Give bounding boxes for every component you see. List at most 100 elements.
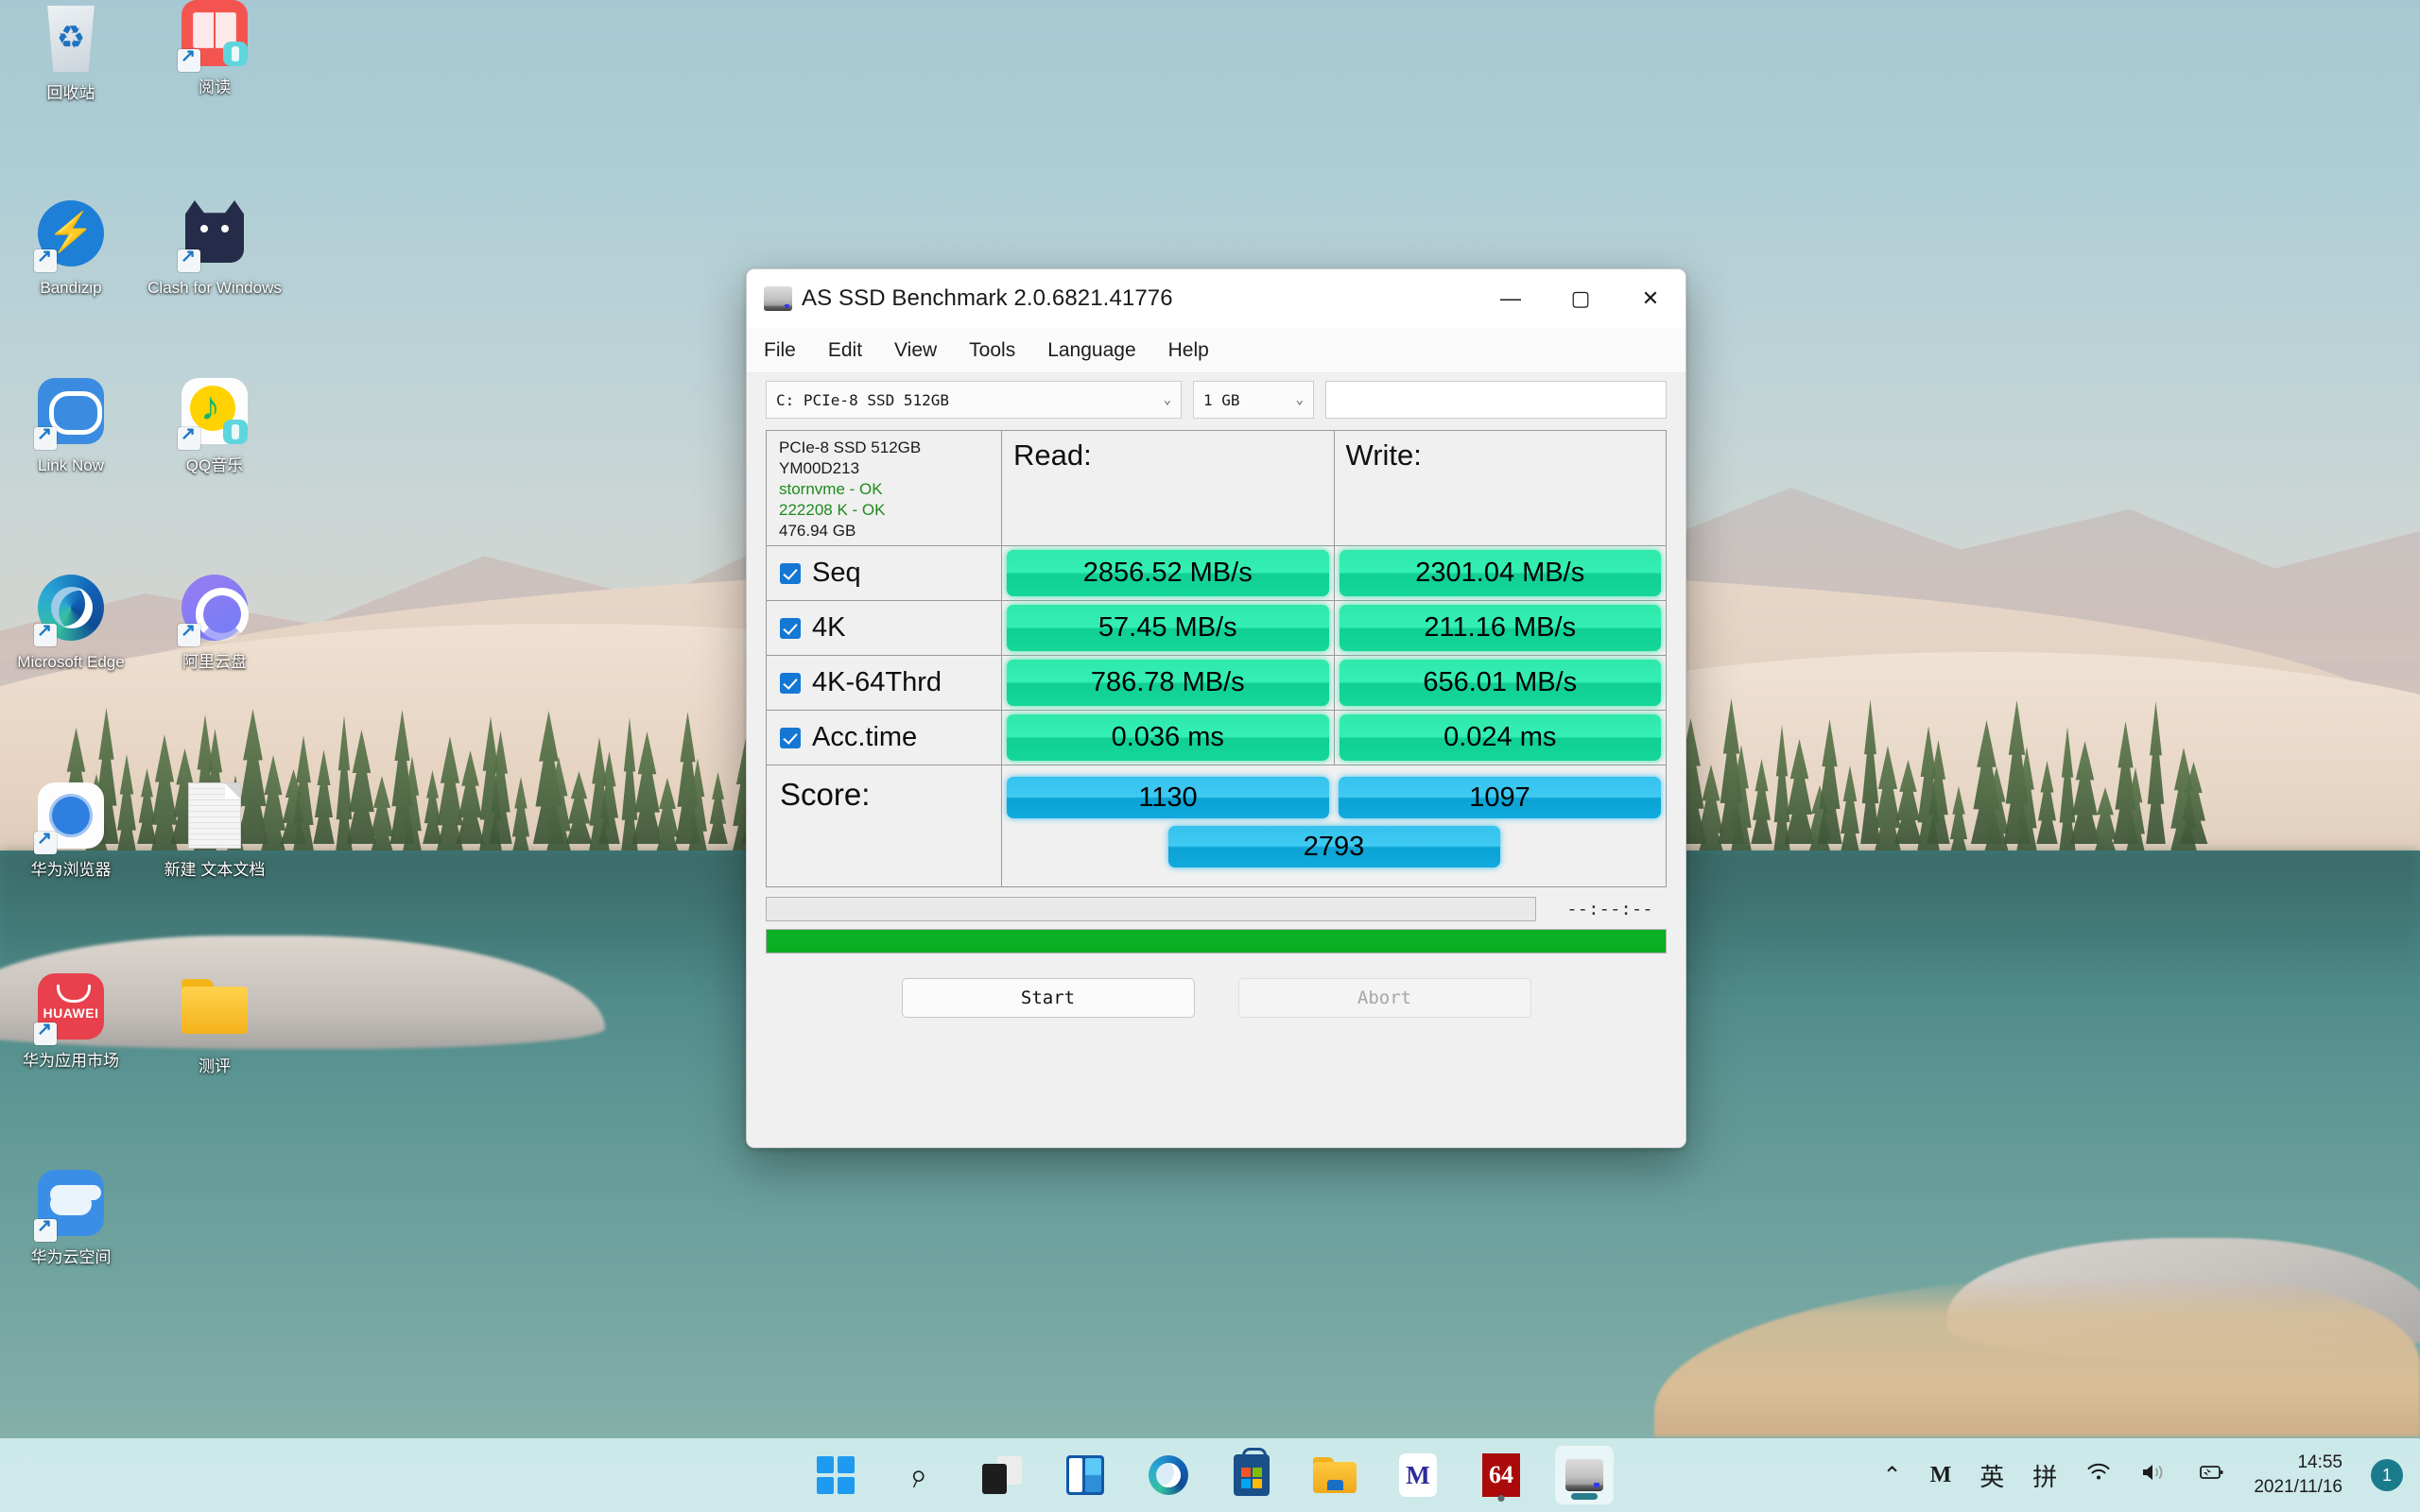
drive-select[interactable]: C: PCIe-8 SSD 512GB ⌄ (766, 381, 1182, 419)
asssd-button[interactable] (1555, 1446, 1614, 1504)
huawei-browser-icon (34, 782, 106, 854)
desktop-icon-qq-music[interactable]: QQ音乐 (144, 378, 285, 475)
task-view-button[interactable] (973, 1446, 1031, 1504)
edge-button[interactable] (1139, 1446, 1198, 1504)
grid-header-row: PCIe-8 SSD 512GB YM00D213 stornvme - OK … (767, 431, 1666, 546)
table-row: Acc.time 0.036 ms 0.024 ms (767, 711, 1666, 765)
menu-item-tools[interactable]: Tools (969, 339, 1015, 362)
microsoft-edge-icon (34, 575, 106, 646)
desktop-icon-reader[interactable]: 阅读 (144, 0, 285, 97)
desktop-icon-microsoft-edge[interactable]: Microsoft Edge (0, 575, 142, 672)
seq-checkbox[interactable] (780, 562, 801, 584)
score-cells: 1130 1097 2793 (1002, 765, 1666, 886)
desktop-icon-label: 阅读 (199, 78, 231, 96)
acctime-read-value: 0.036 ms (1007, 714, 1329, 761)
ime-mode-indicator[interactable]: 拼 (2032, 1458, 2057, 1493)
desktop-icon-huawei-appgallery[interactable]: HUAWEI 华为应用市场 (0, 973, 142, 1071)
im-app-icon: M (1399, 1453, 1437, 1497)
clock-date: 2021/11/16 (2254, 1477, 2342, 1497)
menu-item-language[interactable]: Language (1047, 339, 1135, 362)
status-text-field[interactable] (1325, 381, 1667, 419)
progress-row: --:--:-- (766, 897, 1667, 921)
link-now-icon (34, 378, 106, 450)
shortcut-arrow-icon (34, 246, 57, 272)
cpuz64-button[interactable]: 64 (1472, 1446, 1530, 1504)
acctime-write-cell: 0.024 ms (1335, 711, 1667, 765)
desktop-icon-label: 测评 (199, 1057, 231, 1075)
ime-language-indicator[interactable]: 英 (1979, 1458, 2004, 1493)
menu-item-file[interactable]: File (764, 339, 796, 362)
minimize-button[interactable]: — (1476, 269, 1546, 328)
desktop-icon-bandizip[interactable]: Bandizip (0, 200, 142, 298)
seq-write-value: 2301.04 MB/s (1339, 550, 1661, 596)
clash-for-windows-icon (178, 200, 250, 272)
task-view-icon (982, 1456, 1022, 1494)
desktop-icon-huawei-browser[interactable]: 华为浏览器 (0, 782, 142, 880)
row-label: 4K (812, 612, 846, 643)
4k64thrd-checkbox[interactable] (780, 672, 801, 694)
file-explorer-icon (1313, 1457, 1357, 1493)
drive-alignment-status: 222208 K - OK (779, 501, 886, 519)
desktop-icon-label: 阿里云盘 (182, 653, 247, 671)
desktop-icon-link-now[interactable]: Link Now (0, 378, 142, 475)
desktop-icon-label: 回收站 (46, 84, 95, 102)
close-button[interactable]: ✕ (1616, 269, 1685, 328)
score-total-cell: 2793 (1002, 822, 1666, 871)
taskbar[interactable]: ⌕ M 64 ⌃ M 英 拼 14:55 2021/11/16 1 (0, 1438, 2420, 1512)
as-ssd-benchmark-window[interactable]: AS SSD Benchmark 2.0.6821.41776 — ▢ ✕ Fi… (746, 268, 1686, 1148)
chevron-down-icon: ⌄ (1163, 392, 1171, 407)
text-document-icon (180, 782, 250, 852)
4k64thrd-write-cell: 656.01 MB/s (1335, 656, 1667, 710)
im-button[interactable]: M (1389, 1446, 1447, 1504)
desktop-icon-text-document[interactable]: 新建 文本文档 (144, 782, 285, 880)
speaker-icon[interactable] (2140, 1462, 2167, 1489)
desktop-icon-clash-for-windows[interactable]: Clash for Windows (144, 200, 285, 298)
desktop-icon-folder-ceping[interactable]: 测评 (144, 973, 285, 1076)
menu-item-help[interactable]: Help (1168, 339, 1209, 362)
widgets-icon (1066, 1455, 1104, 1495)
search-button[interactable]: ⌕ (890, 1446, 948, 1504)
window-title: AS SSD Benchmark 2.0.6821.41776 (802, 285, 1173, 311)
start-button[interactable]: Start (901, 978, 1195, 1018)
clock[interactable]: 14:55 2021/11/16 (2254, 1451, 2342, 1500)
desktop-icon-aliyun-drive[interactable]: 阿里云盘 (144, 575, 285, 672)
tray-im-icon[interactable]: M (1930, 1463, 1952, 1488)
desktop-icon-huawei-cloud[interactable]: 华为云空间 (0, 1170, 142, 1267)
shortcut-arrow-icon (178, 620, 200, 646)
aliyun-drive-icon (178, 575, 250, 646)
4k64thrd-write-value: 656.01 MB/s (1339, 660, 1661, 706)
acctime-checkbox[interactable] (780, 727, 801, 748)
notification-badge[interactable]: 1 (2371, 1459, 2403, 1491)
seq-read-cell: 2856.52 MB/s (1002, 546, 1335, 600)
score-write-value: 1097 (1339, 777, 1661, 818)
wifi-icon[interactable] (2085, 1462, 2112, 1489)
qq-music-icon (178, 378, 250, 450)
table-row: Seq 2856.52 MB/s 2301.04 MB/s (767, 546, 1666, 601)
widgets-button[interactable] (1056, 1446, 1115, 1504)
battery-charging-icon[interactable] (2195, 1462, 2225, 1489)
seq-read-value: 2856.52 MB/s (1007, 550, 1329, 596)
start-button[interactable] (806, 1446, 865, 1504)
drive-firmware: YM00D213 (779, 459, 860, 477)
4k-checkbox[interactable] (780, 617, 801, 639)
menu-item-edit[interactable]: Edit (828, 339, 862, 362)
desktop[interactable]: 回收站 阅读 Bandizip Clash for Windows (0, 0, 2420, 1512)
shortcut-arrow-icon (178, 45, 200, 72)
file-explorer-button[interactable] (1305, 1446, 1364, 1504)
test-size-select[interactable]: 1 GB ⌄ (1193, 381, 1314, 419)
menu-bar: File Edit View Tools Language Help (747, 328, 1685, 373)
acctime-read-cell: 0.036 ms (1002, 711, 1335, 765)
search-icon: ⌕ (904, 1454, 934, 1495)
menu-item-view[interactable]: View (894, 339, 937, 362)
store-button[interactable] (1222, 1446, 1281, 1504)
score-read-cell: 1130 (1002, 773, 1334, 822)
desktop-icon-recycle-bin[interactable]: 回收站 (0, 6, 142, 103)
abort-button[interactable]: Abort (1237, 978, 1531, 1018)
score-total-value: 2793 (1167, 826, 1500, 868)
score-row: Score: 1130 1097 2793 (767, 765, 1666, 886)
running-indicator-dot (1497, 1495, 1505, 1502)
huawei-cloud-icon (34, 1170, 106, 1242)
window-titlebar[interactable]: AS SSD Benchmark 2.0.6821.41776 — ▢ ✕ (747, 269, 1685, 328)
tray-overflow-button[interactable]: ⌃ (1883, 1462, 1902, 1489)
maximize-button[interactable]: ▢ (1546, 269, 1616, 328)
